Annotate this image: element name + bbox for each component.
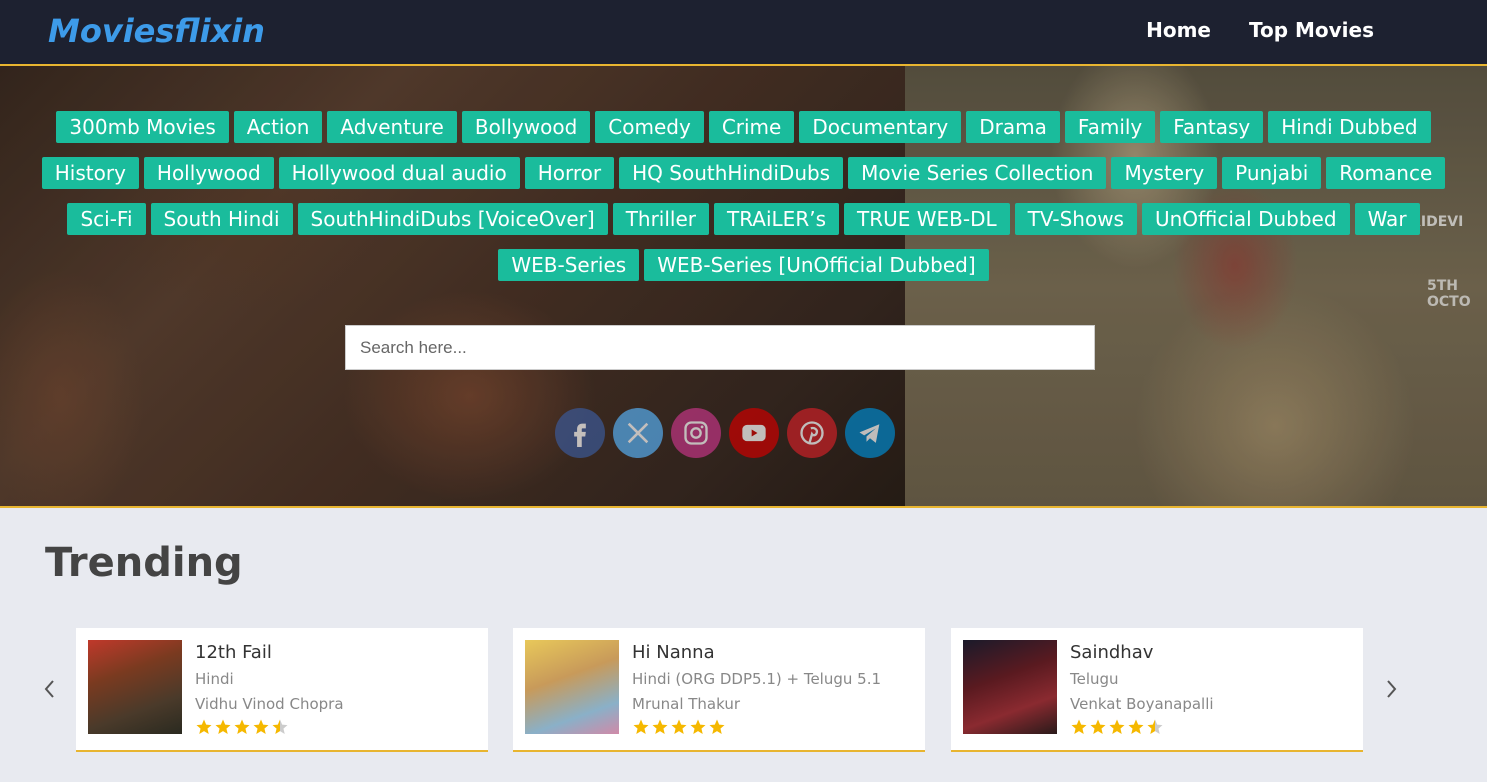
movie-title[interactable]: Hi Nanna xyxy=(632,642,715,663)
chevron-left-icon xyxy=(44,680,54,698)
x-twitter-icon[interactable] xyxy=(613,408,663,458)
chevron-right-icon xyxy=(1387,680,1397,698)
category-tag[interactable]: Punjabi xyxy=(1222,157,1322,189)
category-tag[interactable]: HQ SouthHindiDubs xyxy=(619,157,844,189)
category-tag[interactable]: Fantasy xyxy=(1160,111,1264,143)
movie-director: Mrunal Thakur xyxy=(632,695,741,713)
carousel-next-button[interactable] xyxy=(1381,677,1401,701)
category-tag[interactable]: Drama xyxy=(966,111,1060,143)
category-tag[interactable]: SouthHindiDubs [VoiceOver] xyxy=(297,203,608,235)
hero-section: SRIDEVI 5TH OCTO 300mb Movies Action Adven… xyxy=(0,66,1487,508)
movie-language: Telugu xyxy=(1070,670,1119,688)
movie-director: Venkat Boyanapalli xyxy=(1070,695,1214,713)
movie-director: Vidhu Vinod Chopra xyxy=(195,695,344,713)
movie-poster[interactable] xyxy=(88,640,182,734)
star-icon xyxy=(272,719,288,734)
movie-language: Hindi xyxy=(195,670,234,688)
nav-top-movies-link[interactable]: Top Movies xyxy=(1249,18,1374,42)
star-icon xyxy=(253,719,269,734)
site-logo[interactable]: Moviesflixin xyxy=(48,10,265,52)
category-tag[interactable]: Action xyxy=(233,111,323,143)
category-tag[interactable]: Hindi Dubbed xyxy=(1268,111,1431,143)
movie-card[interactable]: Hi Nanna Hindi (ORG DDP5.1) + Telugu 5.1… xyxy=(513,628,925,752)
category-tag[interactable]: South Hindi xyxy=(150,203,293,235)
nav-home-link[interactable]: Home xyxy=(1146,18,1211,42)
social-links xyxy=(555,408,895,458)
movie-title[interactable]: 12th Fail xyxy=(195,642,272,663)
rating-stars xyxy=(195,718,289,736)
rating-stars xyxy=(1070,718,1164,736)
category-tag[interactable]: Bollywood xyxy=(461,111,591,143)
star-icon xyxy=(196,719,212,734)
rating-stars xyxy=(632,718,726,736)
star-icon xyxy=(690,719,706,734)
carousel-prev-button[interactable] xyxy=(40,677,60,701)
category-tag[interactable]: Thriller xyxy=(612,203,709,235)
youtube-icon[interactable] xyxy=(729,408,779,458)
category-tag[interactable]: Family xyxy=(1064,111,1156,143)
category-tag[interactable]: Romance xyxy=(1326,157,1446,189)
category-tag[interactable]: UnOfficial Dubbed xyxy=(1141,203,1350,235)
star-icon xyxy=(1090,719,1106,734)
star-icon xyxy=(709,719,725,734)
category-tag[interactable]: WEB-Series xyxy=(498,249,640,281)
category-tag[interactable]: Adventure xyxy=(327,111,457,143)
category-tag[interactable]: 300mb Movies xyxy=(56,111,229,143)
instagram-icon[interactable] xyxy=(671,408,721,458)
category-tag[interactable]: Crime xyxy=(708,111,795,143)
star-icon xyxy=(215,719,231,734)
search-input[interactable] xyxy=(345,325,1095,370)
category-tag[interactable]: Hollywood dual audio xyxy=(278,157,520,189)
facebook-icon[interactable] xyxy=(555,408,605,458)
star-icon xyxy=(671,719,687,734)
pinterest-icon[interactable] xyxy=(787,408,837,458)
star-icon xyxy=(234,719,250,734)
movie-poster[interactable] xyxy=(525,640,619,734)
site-header: Moviesflixin Home Top Movies xyxy=(0,0,1487,66)
category-tag[interactable]: Comedy xyxy=(595,111,704,143)
category-tag[interactable]: Documentary xyxy=(799,111,962,143)
telegram-icon[interactable] xyxy=(845,408,895,458)
category-tag[interactable]: History xyxy=(41,157,139,189)
star-icon xyxy=(1128,719,1144,734)
category-tag[interactable]: TRUE WEB-DL xyxy=(844,203,1010,235)
star-icon xyxy=(1109,719,1125,734)
movie-language: Hindi (ORG DDP5.1) + Telugu 5.1 xyxy=(632,670,882,688)
category-tag[interactable]: War xyxy=(1354,203,1420,235)
category-tags: 300mb Movies Action Adventure Bollywood Come… xyxy=(30,111,1457,281)
category-tag[interactable]: Hollywood xyxy=(143,157,274,189)
category-tag[interactable]: Mystery xyxy=(1111,157,1218,189)
category-tag[interactable]: Sci-Fi xyxy=(67,203,146,235)
category-tag[interactable]: TRAiLER’s xyxy=(714,203,839,235)
category-tag[interactable]: WEB-Series [UnOfficial Dubbed] xyxy=(644,249,989,281)
category-tag[interactable]: Horror xyxy=(524,157,615,189)
category-tag[interactable]: TV-Shows xyxy=(1014,203,1137,235)
movie-card[interactable]: 12th Fail Hindi Vidhu Vinod Chopra xyxy=(76,628,488,752)
movie-title[interactable]: Saindhav xyxy=(1070,642,1153,663)
trending-heading: Trending xyxy=(45,540,243,586)
category-tag[interactable]: Movie Series Collection xyxy=(848,157,1107,189)
movie-poster[interactable] xyxy=(963,640,1057,734)
movie-card[interactable]: Saindhav Telugu Venkat Boyanapalli xyxy=(951,628,1363,752)
star-icon xyxy=(1071,719,1087,734)
main-nav: Home Top Movies xyxy=(1146,18,1374,42)
star-icon xyxy=(633,719,649,734)
star-icon xyxy=(652,719,668,734)
star-icon xyxy=(1147,719,1163,734)
